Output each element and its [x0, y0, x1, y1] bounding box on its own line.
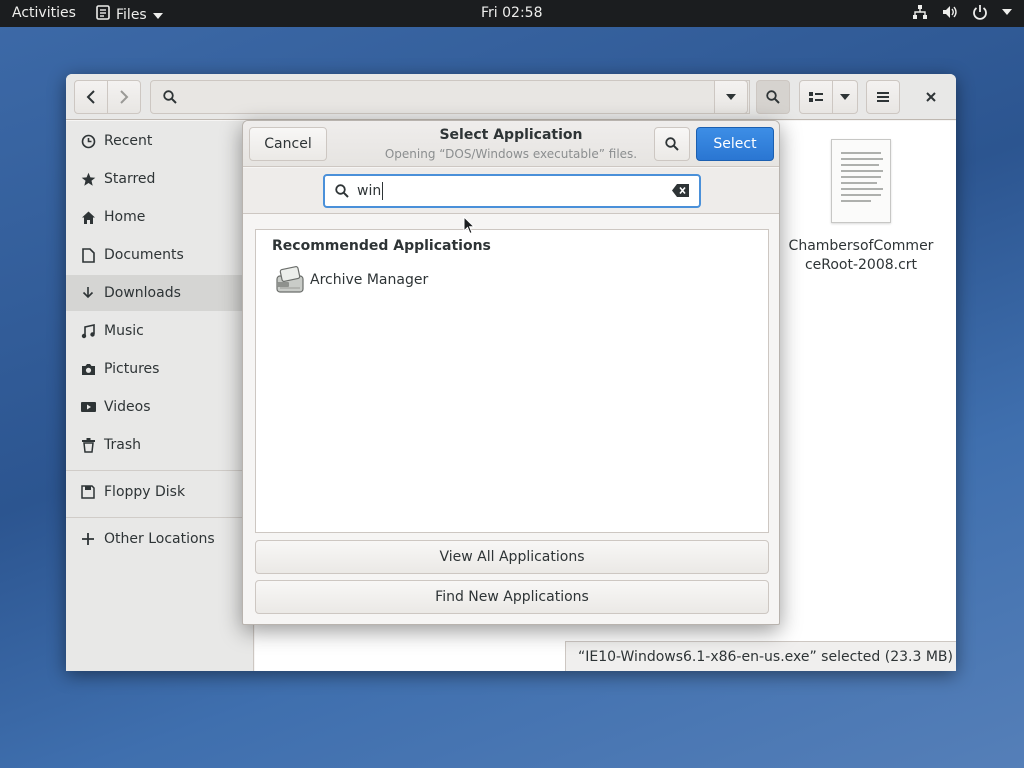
- home-icon: [80, 209, 96, 225]
- application-list: Recommended Applications Archive Manager: [255, 229, 769, 533]
- chevron-down-icon: [840, 94, 850, 100]
- file-name: ceRoot-2008.crt: [804, 257, 918, 273]
- search-icon: [335, 184, 349, 198]
- music-icon: [80, 323, 96, 339]
- files-headerbar: [66, 74, 956, 120]
- floppy-icon: [80, 484, 96, 500]
- sidebar-item-label: Floppy Disk: [104, 484, 186, 500]
- view-options-button[interactable]: [832, 80, 858, 114]
- close-window-button[interactable]: [914, 80, 948, 114]
- clear-text-icon[interactable]: [672, 184, 689, 201]
- camera-icon: [80, 361, 96, 377]
- chevron-down-icon: [152, 7, 163, 23]
- activities-button[interactable]: Activities: [12, 5, 76, 21]
- sidebar-item-label: Starred: [104, 171, 156, 187]
- location-dropdown-button[interactable]: [714, 80, 748, 114]
- sidebar-separator: [66, 517, 254, 518]
- app-menu-label: Files: [116, 6, 147, 23]
- search-toggle-button[interactable]: [654, 127, 690, 161]
- clock-icon: [80, 133, 96, 149]
- mouse-pointer-icon: [463, 215, 476, 239]
- close-icon: [926, 92, 936, 102]
- chevron-left-icon: [86, 90, 95, 104]
- sidebar-item-videos[interactable]: Videos: [66, 389, 254, 425]
- sidebar-item-label: Home: [104, 209, 146, 225]
- sidebar-item-pictures[interactable]: Pictures: [66, 351, 254, 387]
- sidebar-item-documents[interactable]: Documents: [66, 237, 254, 273]
- search-toggle-button[interactable]: [756, 80, 790, 114]
- search-input-value: win: [357, 183, 382, 199]
- archive-manager-icon: [274, 264, 306, 296]
- document-icon: [80, 247, 96, 263]
- search-icon: [163, 90, 177, 104]
- recommended-heading: Recommended Applications: [272, 238, 491, 254]
- view-mode-button[interactable]: [799, 80, 833, 114]
- dialog-subtitle: Opening “DOS/Windows executable” files.: [384, 147, 638, 161]
- text-caret: [382, 182, 384, 200]
- system-tray[interactable]: [912, 4, 1012, 20]
- back-button[interactable]: [74, 80, 108, 114]
- top-bar: Activities Files Fri 02:58: [0, 0, 1024, 27]
- star-icon: [80, 171, 96, 187]
- select-application-dialog: Cancel Select Application Opening “DOS/W…: [242, 120, 780, 625]
- sidebar-item-label: Recent: [104, 133, 153, 149]
- sidebar-item-floppy-disk[interactable]: Floppy Disk: [66, 474, 254, 510]
- volume-icon: [942, 4, 958, 20]
- file-name: ChambersofCommer: [788, 238, 934, 254]
- list-view-icon: [809, 92, 823, 102]
- list-item[interactable]: Archive Manager: [274, 264, 428, 296]
- sidebar-item-label: Downloads: [104, 285, 181, 301]
- selection-status: “IE10-Windows6.1-x86-en-us.exe” selected…: [565, 641, 956, 671]
- download-icon: [80, 285, 96, 301]
- sidebar-item-home[interactable]: Home: [66, 199, 254, 235]
- places-sidebar: Recent Starred Home Documents Downloads …: [66, 121, 254, 671]
- chevron-down-icon: [726, 94, 736, 100]
- text-file-icon: [831, 139, 891, 223]
- sidebar-item-starred[interactable]: Starred: [66, 161, 254, 197]
- sidebar-item-label: Pictures: [104, 361, 160, 377]
- sidebar-item-downloads[interactable]: Downloads: [66, 275, 254, 311]
- location-bar[interactable]: [150, 80, 750, 114]
- app-menu[interactable]: Files: [96, 5, 163, 24]
- sidebar-item-label: Trash: [104, 437, 141, 453]
- menu-button[interactable]: [866, 80, 900, 114]
- hamburger-menu-icon: [877, 92, 889, 102]
- dialog-title: Select Application: [439, 127, 583, 143]
- select-button[interactable]: Select: [696, 127, 774, 161]
- sidebar-item-trash[interactable]: Trash: [66, 427, 254, 463]
- plus-icon: [80, 531, 96, 547]
- trash-icon: [80, 437, 96, 453]
- files-app-icon: [96, 5, 110, 24]
- chevron-right-icon: [120, 90, 129, 104]
- chevron-down-icon: [1002, 9, 1012, 15]
- forward-button[interactable]: [107, 80, 141, 114]
- view-all-applications-button[interactable]: View All Applications: [255, 540, 769, 574]
- sidebar-item-other-locations[interactable]: Other Locations: [66, 521, 254, 557]
- dialog-header: Cancel Select Application Opening “DOS/W…: [243, 121, 779, 167]
- file-item[interactable]: ChambersofCommer ceRoot-2008.crt: [786, 139, 936, 275]
- power-icon: [972, 4, 988, 20]
- sidebar-item-label: Music: [104, 323, 144, 339]
- app-label: Archive Manager: [310, 272, 429, 288]
- sidebar-separator: [66, 470, 254, 471]
- search-icon: [665, 137, 679, 151]
- sidebar-item-label: Other Locations: [104, 531, 215, 547]
- network-icon: [912, 4, 928, 20]
- sidebar-item-label: Documents: [104, 247, 184, 263]
- cancel-button[interactable]: Cancel: [249, 127, 327, 161]
- search-icon: [766, 90, 780, 104]
- sidebar-item-music[interactable]: Music: [66, 313, 254, 349]
- dialog-search-bar: win: [243, 168, 779, 214]
- sidebar-item-label: Videos: [104, 399, 151, 415]
- find-new-applications-button[interactable]: Find New Applications: [255, 580, 769, 614]
- sidebar-item-recent[interactable]: Recent: [66, 123, 254, 159]
- video-icon: [80, 399, 96, 415]
- app-search-input[interactable]: win: [323, 174, 701, 208]
- clock[interactable]: Fri 02:58: [481, 5, 542, 21]
